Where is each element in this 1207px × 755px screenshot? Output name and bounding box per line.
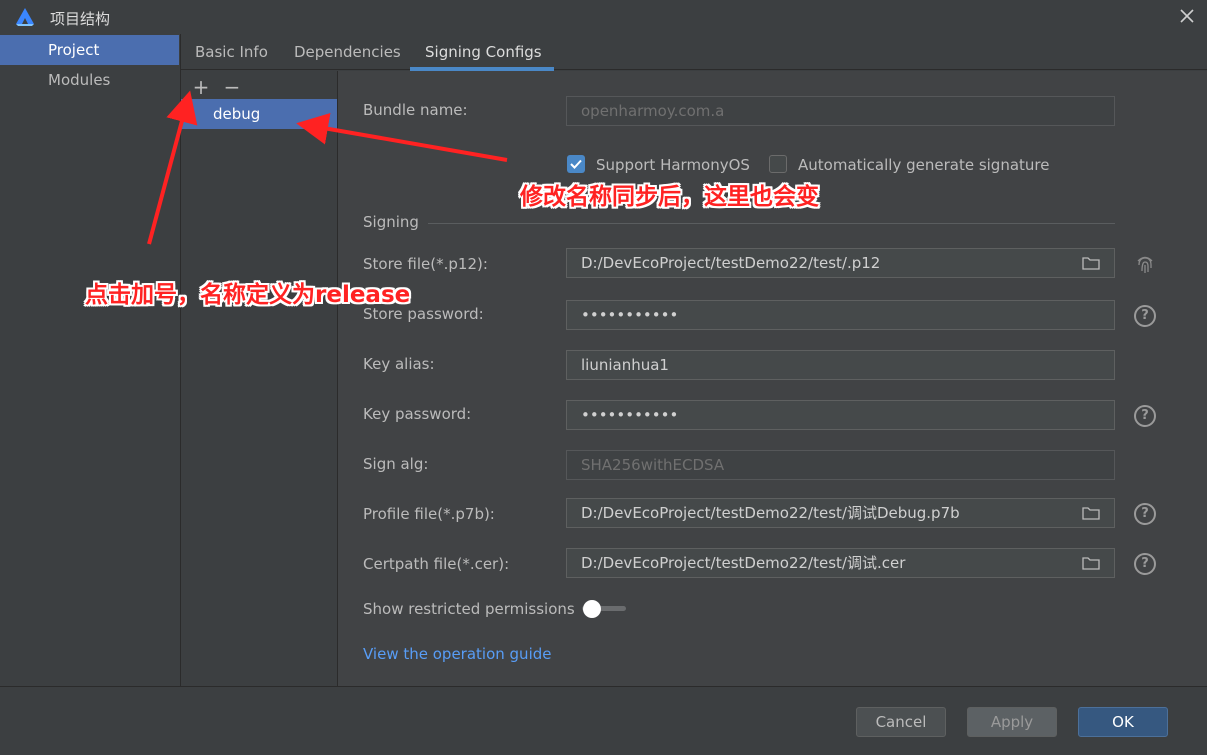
store-file-field[interactable]: D:/DevEcoProject/testDemo22/test/.p12 [566,248,1115,278]
window-title: 项目结构 [50,10,111,28]
config-item-debug[interactable]: debug [181,99,337,129]
sign-alg-label: Sign alg: [363,455,429,473]
close-icon[interactable] [1175,4,1199,28]
signing-config-list [181,71,338,686]
profile-file-help-icon[interactable]: ? [1134,503,1156,525]
key-alias-label: Key alias: [363,355,435,373]
signing-divider [428,223,1115,224]
certpath-file-value: D:/DevEcoProject/testDemo22/test/调试.cer [581,554,906,572]
fingerprint-icon[interactable] [1134,253,1156,275]
auto-signature-checkbox[interactable] [769,155,787,173]
nav-item-modules[interactable]: Modules [0,65,179,95]
key-password-help-icon[interactable]: ? [1134,405,1156,427]
tab-dependencies[interactable]: Dependencies [294,34,401,70]
certpath-file-field[interactable]: D:/DevEcoProject/testDemo22/test/调试.cer [566,548,1115,578]
nav-item-project[interactable]: Project [0,35,179,65]
operation-guide-link[interactable]: View the operation guide [363,645,551,663]
folder-icon[interactable] [1082,555,1100,571]
project-structure-nav: Project Modules [0,34,181,686]
add-annotation: 点击加号，名称定义为release [85,282,411,308]
bundle-name-field[interactable]: openharmoy.com.a [566,96,1115,126]
store-password-field[interactable]: ••••••••••• [566,300,1115,330]
store-file-label: Store file(*.p12): [363,255,488,273]
tab-bar: Basic Info Dependencies Signing Configs [181,34,1207,70]
certpath-file-label: Certpath file(*.cer): [363,555,510,573]
add-config-button[interactable]: + [192,76,210,98]
tab-signing-configs[interactable]: Signing Configs [425,34,542,70]
restricted-permissions-label: Show restricted permissions [363,600,575,618]
remove-config-button[interactable]: − [223,76,241,98]
profile-file-value: D:/DevEcoProject/testDemo22/test/调试Debug… [581,504,960,522]
folder-icon[interactable] [1082,505,1100,521]
checkmark-icon [570,159,582,169]
deveco-logo-icon [16,8,34,26]
support-harmonyos-label: Support HarmonyOS [596,156,750,174]
key-password-field[interactable]: ••••••••••• [566,400,1115,430]
profile-file-field[interactable]: D:/DevEcoProject/testDemo22/test/调试Debug… [566,498,1115,528]
sign-alg-field: SHA256withECDSA [566,450,1115,480]
auto-signature-label: Automatically generate signature [798,156,1050,174]
cancel-button[interactable]: Cancel [856,707,946,737]
title-bar [0,0,1207,34]
signing-section-title: Signing [363,213,419,231]
key-alias-field[interactable]: liunianhua1 [566,350,1115,380]
rename-annotation: 修改名称同步后，这里也会变 [520,184,819,210]
folder-icon[interactable] [1082,255,1100,271]
tab-basic-info[interactable]: Basic Info [195,34,268,70]
support-harmonyos-checkbox[interactable] [567,155,585,173]
profile-file-label: Profile file(*.p7b): [363,505,495,523]
bundle-name-label: Bundle name: [363,101,468,119]
key-password-label: Key password: [363,405,472,423]
apply-button[interactable]: Apply [967,707,1057,737]
certpath-file-help-icon[interactable]: ? [1134,553,1156,575]
toggle-knob[interactable] [583,600,601,618]
store-file-value: D:/DevEcoProject/testDemo22/test/.p12 [581,254,881,272]
ok-button[interactable]: OK [1078,707,1168,737]
store-password-help-icon[interactable]: ? [1134,305,1156,327]
